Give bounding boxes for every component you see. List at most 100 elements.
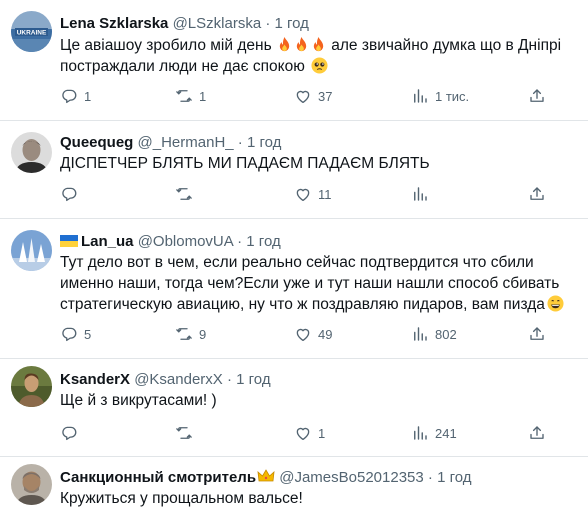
avatar[interactable] [11, 132, 52, 173]
like-button[interactable]: 1 [294, 424, 325, 442]
views-button[interactable]: 241 [411, 424, 457, 442]
views-button[interactable]: 1 тис. [411, 87, 469, 105]
avatar[interactable] [11, 366, 52, 407]
share-button[interactable] [528, 87, 546, 105]
tweet-actions: 5 9 49 802 [60, 325, 580, 345]
share-button[interactable] [528, 325, 546, 343]
ukraine-flag-icon [60, 235, 78, 247]
tweet-header: Lan_ua @OblomovUA · 1 год [60, 233, 281, 251]
tweet-text: ДІСПЕТЧЕР БЛЯТЬ МИ ПАДАЄМ ПАДАЄМ БЛЯТЬ [60, 155, 430, 172]
divider [0, 218, 588, 219]
avatar[interactable] [11, 230, 52, 271]
pleading-face-emoji-icon [311, 57, 328, 74]
separator: · [226, 371, 232, 388]
share-icon [528, 185, 546, 203]
grinning-face-emoji-icon [547, 295, 564, 312]
retweet-count: 1 [199, 88, 207, 104]
heart-icon [294, 185, 312, 203]
timestamp[interactable]: 1 год [246, 233, 280, 250]
heart-icon [294, 325, 312, 343]
tweet-header: Queequeg @_HermanH_ · 1 год [60, 134, 281, 152]
heart-icon [294, 87, 312, 105]
author-name[interactable]: Queequeg [60, 134, 133, 151]
like-count: 37 [318, 88, 333, 104]
fire-emoji-icon [279, 37, 290, 52]
reply-button[interactable] [60, 424, 84, 442]
author-name[interactable]: Lan_ua [81, 233, 134, 250]
tweet-text: Кружиться у прощальном вальсе! [60, 490, 303, 507]
like-count: 1 [318, 425, 326, 441]
reply-icon [60, 424, 78, 442]
author-handle[interactable]: @OblomovUA [138, 233, 233, 250]
view-count: 1 тис. [435, 88, 470, 104]
view-count: 241 [435, 425, 457, 441]
reply-icon [60, 87, 78, 105]
views-icon [411, 424, 429, 442]
author-name[interactable]: KsanderX [60, 371, 130, 388]
author-name[interactable]: Lena Szklarska [60, 15, 168, 32]
divider [0, 120, 588, 121]
tweet-header: Lena Szklarska @LSzklarska · 1 год [60, 15, 309, 33]
views-icon [411, 325, 429, 343]
share-icon [528, 325, 546, 343]
retweet-button[interactable]: 1 [175, 87, 206, 105]
retweet-button[interactable] [175, 185, 199, 203]
tweet-actions: 1 1 37 1 тис. [60, 87, 580, 107]
view-count: 802 [435, 326, 457, 342]
separator: · [265, 15, 271, 32]
author-handle[interactable]: @LSzklarska [173, 15, 262, 32]
retweet-icon [175, 325, 193, 343]
retweet-icon [175, 185, 193, 203]
separator: · [237, 134, 243, 151]
avatar[interactable]: UKRAINE [11, 11, 52, 52]
views-icon [411, 185, 429, 203]
avatar-logo-text: UKRAINE [17, 30, 47, 37]
divider [0, 456, 588, 457]
like-button[interactable]: 11 [294, 185, 332, 203]
timestamp[interactable]: 1 год [437, 469, 471, 486]
like-button[interactable]: 37 [294, 87, 332, 105]
views-button[interactable]: 802 [411, 325, 457, 343]
avatar[interactable] [11, 464, 52, 505]
fire-emoji-icon [296, 37, 307, 52]
views-button[interactable] [411, 185, 435, 203]
reply-button[interactable] [60, 185, 84, 203]
tweet-text: Це авіашоу зробило мій день але звичайно… [60, 35, 575, 77]
retweet-icon [175, 424, 193, 442]
share-icon [528, 87, 546, 105]
tweet-text-part: Тут дело вот в чем, если реально сейчас … [60, 254, 560, 313]
heart-icon [294, 424, 312, 442]
reply-count: 1 [84, 88, 92, 104]
timestamp[interactable]: 1 год [236, 371, 270, 388]
author-name[interactable]: Санкционный смотритель [60, 469, 256, 486]
tweet-header: KsanderX @KsanderxX · 1 год [60, 371, 271, 389]
author-handle[interactable]: @KsanderxX [134, 371, 223, 388]
timestamp[interactable]: 1 год [247, 134, 281, 151]
divider [0, 358, 588, 359]
like-count: 49 [318, 326, 333, 342]
share-button[interactable] [528, 185, 546, 203]
reply-icon [60, 325, 78, 343]
fire-emoji-icon [313, 37, 324, 52]
separator: · [237, 233, 243, 250]
timestamp[interactable]: 1 год [275, 15, 309, 32]
reply-icon [60, 185, 78, 203]
reply-count: 5 [84, 326, 92, 342]
share-button[interactable] [528, 424, 546, 442]
share-icon [528, 424, 546, 442]
tweet-header: Санкционный смотритель @JamesBo52012353 … [60, 469, 472, 487]
like-button[interactable]: 49 [294, 325, 332, 343]
retweet-button[interactable]: 9 [175, 325, 206, 343]
retweet-button[interactable] [175, 424, 199, 442]
separator: · [427, 469, 433, 486]
tweet-actions: 1 241 [60, 424, 580, 444]
crown-emoji-icon [257, 469, 275, 482]
reply-button[interactable]: 5 [60, 325, 91, 343]
author-handle[interactable]: @JamesBo52012353 [279, 469, 424, 486]
tweet-actions: 11 [60, 185, 580, 205]
author-handle[interactable]: @_HermanH_ [138, 134, 234, 151]
like-count: 11 [318, 186, 332, 202]
tweet-text: Ще й з викрутасами! ) [60, 392, 217, 409]
reply-button[interactable]: 1 [60, 87, 91, 105]
tweet-text: Тут дело вот в чем, если реально сейчас … [60, 252, 575, 315]
